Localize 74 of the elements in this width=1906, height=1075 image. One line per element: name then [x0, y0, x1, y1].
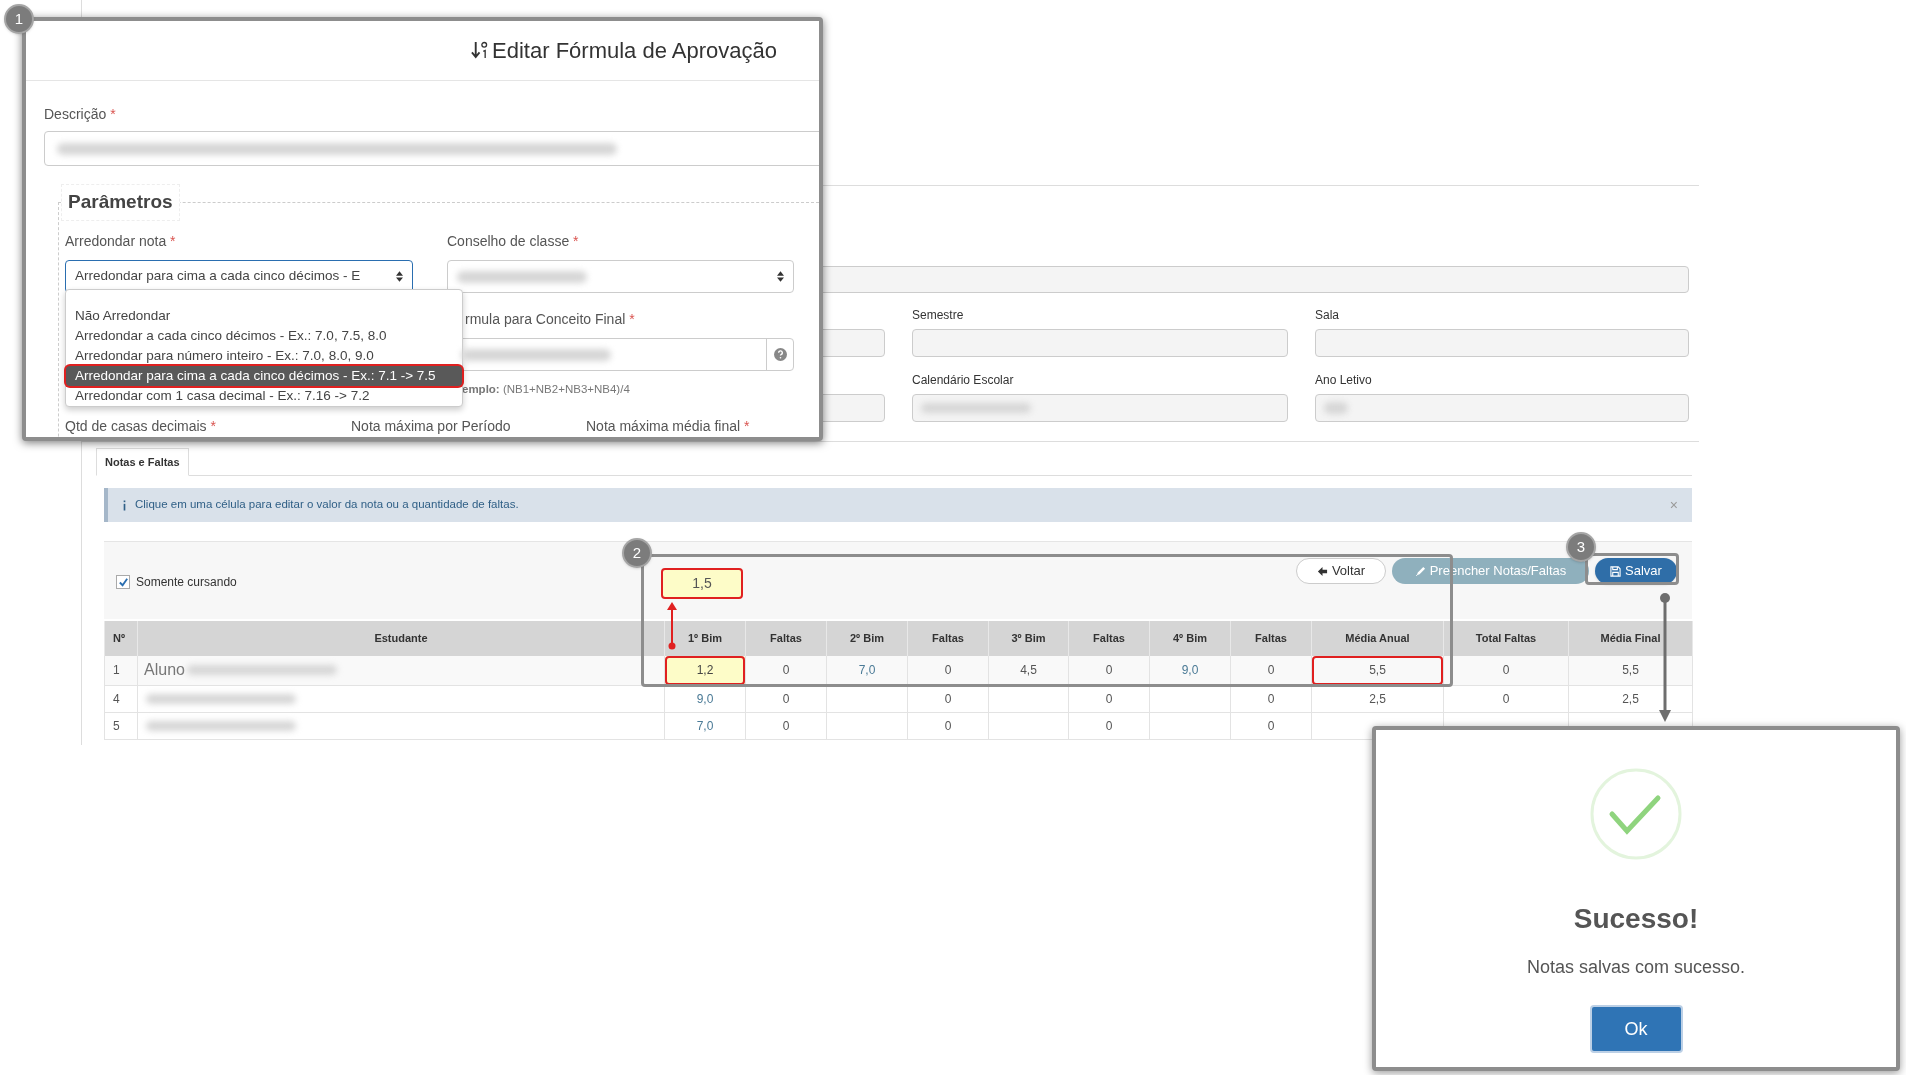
dropdown-option[interactable]: Arredondar para número inteiro - Ex.: 7.0, 8.0, 9.0: [66, 346, 462, 366]
field-label: Descrição *: [44, 106, 117, 122]
table-cell: 7,0: [664, 712, 746, 739]
table-cell: 0: [1068, 656, 1150, 685]
info-icon: [122, 499, 127, 511]
table-cell: 4,5: [988, 656, 1069, 685]
blurred-text: [1324, 402, 1348, 414]
student-name: Aluno: [144, 660, 185, 681]
dialog-message: Notas salvas com sucesso.: [1526, 956, 1746, 979]
dropdown-option[interactable]: Não Arredondar: [66, 306, 462, 326]
checkbox-label: Somente cursando: [136, 574, 237, 591]
table-cell: 4: [104, 685, 138, 712]
field-label: Calendário Escolar: [912, 372, 1015, 388]
table-cell: 0: [1230, 712, 1312, 739]
tab[interactable]: Notas e Faltas: [96, 448, 189, 476]
text-field[interactable]: [44, 131, 819, 166]
success-check-icon: [1590, 768, 1682, 860]
table-cell: 0: [745, 685, 827, 712]
table-cell: 9,0: [1149, 656, 1231, 685]
save-icon: [1610, 565, 1622, 577]
table-cell: 1,2: [664, 656, 746, 685]
table-cell: 0: [1230, 685, 1312, 712]
field-label: Arredondar nota *: [65, 233, 177, 249]
help-icon: [773, 348, 787, 361]
field-label: Sala: [1315, 307, 1341, 323]
table-cell: 0: [1068, 712, 1150, 739]
table-cell: 0: [745, 712, 827, 739]
button[interactable]: Voltar: [1296, 558, 1386, 584]
check-icon: [117, 576, 129, 588]
table-cell: 0: [1443, 656, 1569, 685]
step-badge: 3: [1566, 532, 1596, 562]
field-label: Nota máxima média final *: [586, 418, 751, 435]
dialog-title: Editar Fórmula de Aprovação: [492, 37, 777, 65]
field-label: Ano Letivo: [1315, 372, 1373, 388]
select-field[interactable]: [447, 260, 794, 293]
field-label: Conselho de classe *: [447, 233, 580, 249]
alert-message: Clique em uma célula para editar o valor da nota ou a quantidade de faltas.: [135, 497, 520, 513]
arrow-left-icon: [1316, 565, 1328, 577]
pencil-icon: [1414, 565, 1426, 577]
field-label: rmula para Conceito Final *: [464, 311, 636, 327]
step-badge: 2: [622, 538, 652, 568]
dialog-title: Sucesso!: [1573, 902, 1699, 936]
table-cell: 5,5: [1311, 656, 1444, 685]
column-header: Média Anual: [1311, 621, 1444, 656]
sort-caret-icon: [396, 271, 403, 282]
table-cell: 1: [104, 656, 138, 685]
ok-button[interactable]: Ok: [1589, 1005, 1683, 1053]
button[interactable]: Salvar: [1595, 558, 1677, 584]
table-cell: 0: [907, 685, 989, 712]
field-label: Semestre: [912, 307, 965, 323]
sort-caret-icon: [777, 271, 784, 282]
step-badge: 1: [4, 4, 34, 34]
table-cell: 0: [907, 656, 989, 685]
hint-text: emplo: (NB1+NB2+NB3+NB4)/4: [461, 382, 631, 397]
table-cell: 9,0: [664, 685, 746, 712]
fieldset-legend: Parâmetros: [61, 184, 180, 221]
table-cell: 0: [1443, 685, 1569, 712]
table-cell: 0: [907, 712, 989, 739]
table-cell: 0: [745, 656, 827, 685]
table-cell: 0: [1068, 685, 1150, 712]
field-label: Nota máxima por Período: [351, 418, 512, 435]
arrow: [666, 602, 678, 650]
checkbox[interactable]: [116, 575, 130, 589]
dropdown-option[interactable]: Arredondar para cima a cada cinco décimos - Ex.: 7.1 -> 7.5: [66, 366, 462, 386]
value-preview: 1,5: [661, 568, 743, 599]
sort-icon: [471, 41, 489, 60]
table-cell: 5,5: [1568, 656, 1693, 685]
table-cell: 5: [104, 712, 138, 739]
table-cell: 7,0: [826, 656, 908, 685]
dropdown-option[interactable]: Arredondar a cada cinco décimos - Ex.: 7.0, 7.5, 8.0: [66, 326, 462, 346]
table-cell: 0: [1230, 656, 1312, 685]
table-cell: 2,5: [1311, 685, 1444, 712]
field-label: Qtd de casas decimais *: [65, 418, 217, 435]
dropdown-option[interactable]: Arredondar com 1 casa decimal - Ex.: 7.16 -> 7.2: [66, 386, 462, 406]
